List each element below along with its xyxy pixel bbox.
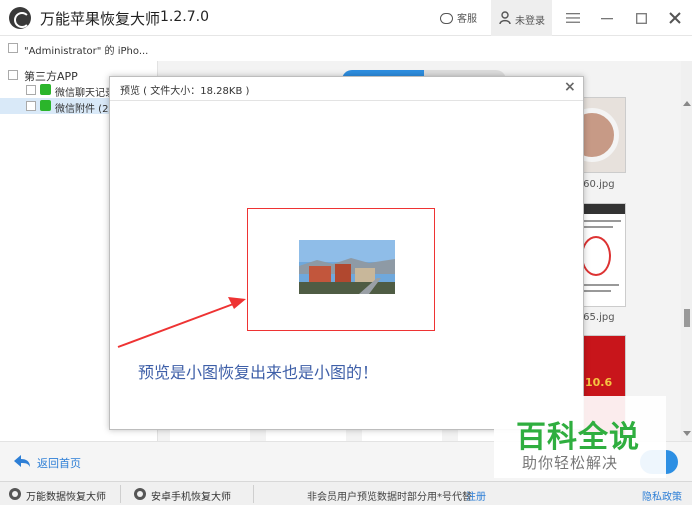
watermark: 百科全说 助你轻松解决 [494,396,666,478]
thumbnail-filename: .60.jpg [580,179,615,190]
device-checkbox[interactable] [8,43,18,53]
tree-item-label: 微信聊天记录 [55,88,115,99]
status-item-label: 安卓手机恢复大师 [151,492,231,503]
annotation-text: 预览是小图恢复出来也是小图的！ [138,363,379,382]
maximize-icon [635,13,647,24]
status-bar: 万能数据恢复大师 安卓手机恢复大师 非会员用户预览数据时部分用*号代替 注册 隐… [0,481,692,505]
watermark-subtitle: 助你轻松解决 [522,454,619,472]
tree-item-checkbox[interactable] [26,101,36,111]
user-icon [499,11,511,24]
close-button[interactable] [658,0,692,36]
android-recovery-link[interactable]: 安卓手机恢复大师 [121,482,253,505]
wechat-icon [40,84,51,95]
watermark-title: 百科全说 [516,420,640,455]
refresh-icon [9,488,21,500]
divider [253,485,254,503]
login-button[interactable]: 未登录 [491,0,552,36]
register-link[interactable]: 注册 [466,488,486,503]
login-label: 未登录 [515,16,545,27]
thumbnail-text: 10.6 [585,376,613,389]
minimize-icon [601,18,613,20]
refresh-icon [134,488,146,500]
scrollbar-thumb[interactable] [684,309,690,327]
chat-bubble-icon [440,13,453,24]
menu-button[interactable] [556,0,590,36]
back-arrow-icon[interactable] [14,455,30,468]
data-recovery-link[interactable]: 万能数据恢复大师 [0,482,120,505]
wechat-icon [40,100,51,111]
service-button[interactable]: 客服 [440,10,477,25]
scroll-down-icon[interactable] [683,431,691,436]
app-logo-icon [9,7,31,29]
device-bar: "Administrator" 的 iPho... [0,37,692,61]
thumbnail[interactable] [578,203,626,307]
maximize-button[interactable] [624,0,658,36]
scroll-up-icon[interactable] [683,101,691,106]
menu-icon [566,13,580,23]
title-bar: 万能苹果恢复大师 1.2.7.0 客服 未登录 [0,0,692,36]
status-item-label: 万能数据恢复大师 [26,492,106,503]
thumbnail-filename: .65.jpg [580,312,615,323]
device-label: "Administrator" 的 iPho... [24,46,149,57]
app-title: 万能苹果恢复大师 [40,10,161,28]
member-notice: 非会员用户预览数据时部分用*号代替 [307,492,472,503]
back-home-link[interactable]: 返回首页 [37,455,81,471]
minimize-button[interactable] [590,0,624,36]
preview-dialog: 预览 ( 文件大小：18.28KB ) × 预览是小图恢复出来也是小图的！ [109,76,584,430]
thumbnail[interactable] [578,97,626,173]
app-version: 1.2.7.0 [160,9,209,25]
close-icon [669,12,681,24]
tree-root-checkbox[interactable] [8,70,18,80]
service-label: 客服 [457,14,477,25]
tree-item-checkbox[interactable] [26,85,36,95]
privacy-policy-link[interactable]: 隐私政策 [642,488,682,503]
gallery-scrollbar[interactable] [681,61,692,441]
